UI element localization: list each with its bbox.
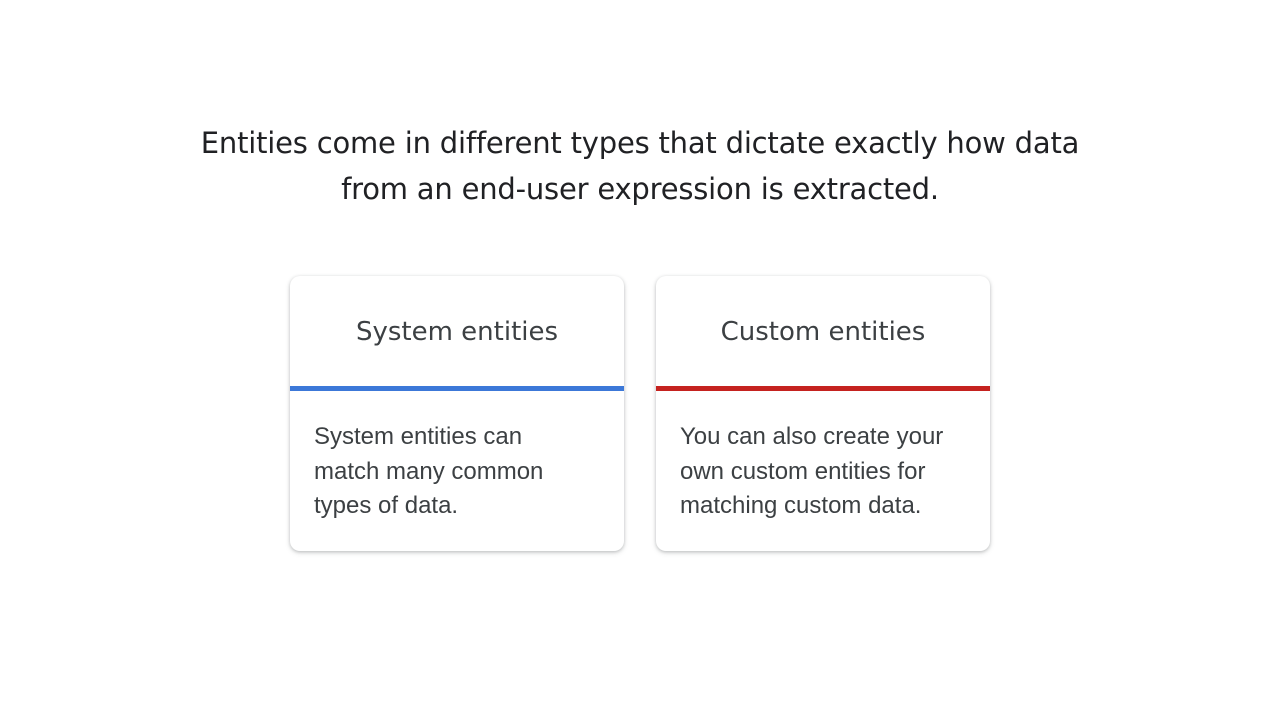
card-title: System entities <box>355 317 559 347</box>
card-body-line: matching custom data. <box>680 492 922 519</box>
card-body-line: match many common <box>314 457 544 485</box>
card-accent-rule <box>656 386 990 391</box>
card-accent-rule <box>290 386 624 391</box>
card-body: System entities can match many common ty… <box>314 420 604 524</box>
card-body: You can also create your own custom enti… <box>680 420 970 524</box>
headline-line-1: Entities come in different types that di… <box>200 126 1080 160</box>
system-entities-card: System entities System entities can matc… <box>290 276 624 551</box>
card-title: Custom entities <box>720 317 926 347</box>
card-body-line: You can also create your <box>680 423 944 450</box>
card-body-line: types of data. <box>314 492 459 519</box>
card-body-line: own custom entities for <box>680 457 926 485</box>
custom-entities-card: Custom entities You can also create your… <box>656 276 990 551</box>
headline-line-2: from an end-user expression is extracted… <box>341 172 939 206</box>
slide: Entities come in different types that di… <box>0 0 1280 720</box>
card-body-line: System entities can <box>314 423 523 450</box>
headline: Entities come in different types that di… <box>140 120 1140 212</box>
